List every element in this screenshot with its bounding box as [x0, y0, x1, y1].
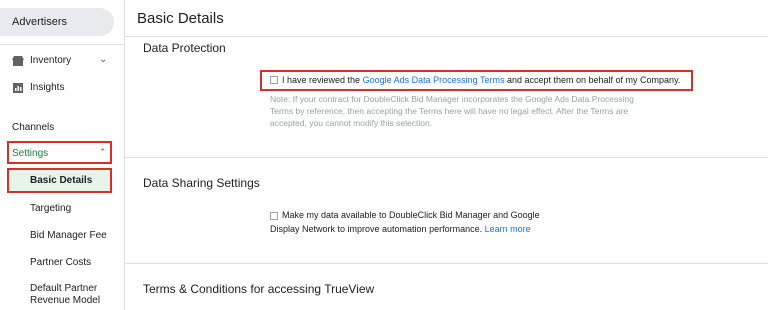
sidebar-item-insights[interactable]: Insights — [0, 81, 124, 95]
data-sharing-line2: Display Network to improve automation pe… — [270, 223, 531, 236]
main-content: Basic Details Data Protection I have rev… — [125, 0, 768, 310]
dpt-checkbox-label: I have reviewed the Google Ads Data Proc… — [282, 75, 680, 85]
sidebar-item-default-partner-revenue-model[interactable]: Default Partner Revenue Model — [0, 282, 124, 308]
sidebar-item-channels[interactable]: Channels — [0, 121, 124, 135]
sidebar-item-bid-manager-fee[interactable]: Bid Manager Fee — [0, 229, 124, 243]
sidebar-item-inventory[interactable]: Inventory ⌄ — [0, 54, 124, 68]
insights-icon — [13, 83, 23, 93]
sidebar-item-label: Advertisers — [12, 16, 68, 28]
dpt-note-line: Note: If your contract for DoubleClick B… — [270, 94, 634, 104]
dpt-text-after: and accept them on behalf of my Company. — [504, 75, 681, 85]
sidebar-item-label: Revenue Model — [30, 295, 101, 306]
section-title-trueview-terms: Terms & Conditions for accessing TrueVie… — [143, 282, 375, 296]
sidebar-item-label: Bid Manager Fee — [30, 230, 107, 241]
divider — [125, 36, 768, 37]
sidebar-item-label: Inventory — [30, 55, 72, 66]
divider — [125, 157, 768, 158]
sidebar-divider — [0, 44, 124, 45]
store-icon — [12, 56, 24, 66]
dpt-terms-link[interactable]: Google Ads Data Processing Terms — [363, 75, 505, 85]
sidebar-item-advertisers[interactable]: Advertisers — [0, 8, 114, 36]
dpt-text-before: I have reviewed the — [282, 75, 363, 85]
data-sharing-checkbox[interactable] — [270, 212, 278, 220]
data-sharing-text: Display Network to improve automation pe… — [270, 224, 485, 234]
sidebar-item-partner-costs[interactable]: Partner Costs — [0, 256, 124, 270]
sidebar-item-label: Partner Costs — [30, 257, 92, 268]
dpt-checkbox[interactable] — [270, 76, 278, 84]
dpt-note-line: Terms by reference, then accepting the T… — [270, 106, 629, 116]
sidebar-item-label: Insights — [30, 82, 65, 93]
sidebar-item-targeting[interactable]: Targeting — [0, 202, 124, 216]
page-title: Basic Details — [137, 10, 224, 27]
dpt-note: Note: If your contract for DoubleClick B… — [270, 93, 670, 129]
settings-highlight-box — [7, 141, 112, 164]
data-sharing-line1: Make my data available to DoubleClick Bi… — [282, 210, 540, 220]
dpt-note-line: accepted, you cannot modify this selecti… — [270, 118, 433, 128]
learn-more-link[interactable]: Learn more — [485, 224, 531, 234]
sidebar-item-label: Channels — [12, 122, 55, 133]
section-title-data-protection: Data Protection — [143, 41, 226, 55]
basic-details-highlight-box — [7, 168, 112, 193]
sidebar: Advertisers Inventory ⌄ Insights Channel… — [0, 0, 125, 310]
sidebar-item-label: Default Partner — [30, 283, 98, 294]
divider — [125, 263, 768, 264]
sidebar-item-label: Targeting — [30, 203, 72, 214]
chevron-down-icon: ⌄ — [99, 54, 108, 65]
section-title-data-sharing: Data Sharing Settings — [143, 176, 260, 190]
